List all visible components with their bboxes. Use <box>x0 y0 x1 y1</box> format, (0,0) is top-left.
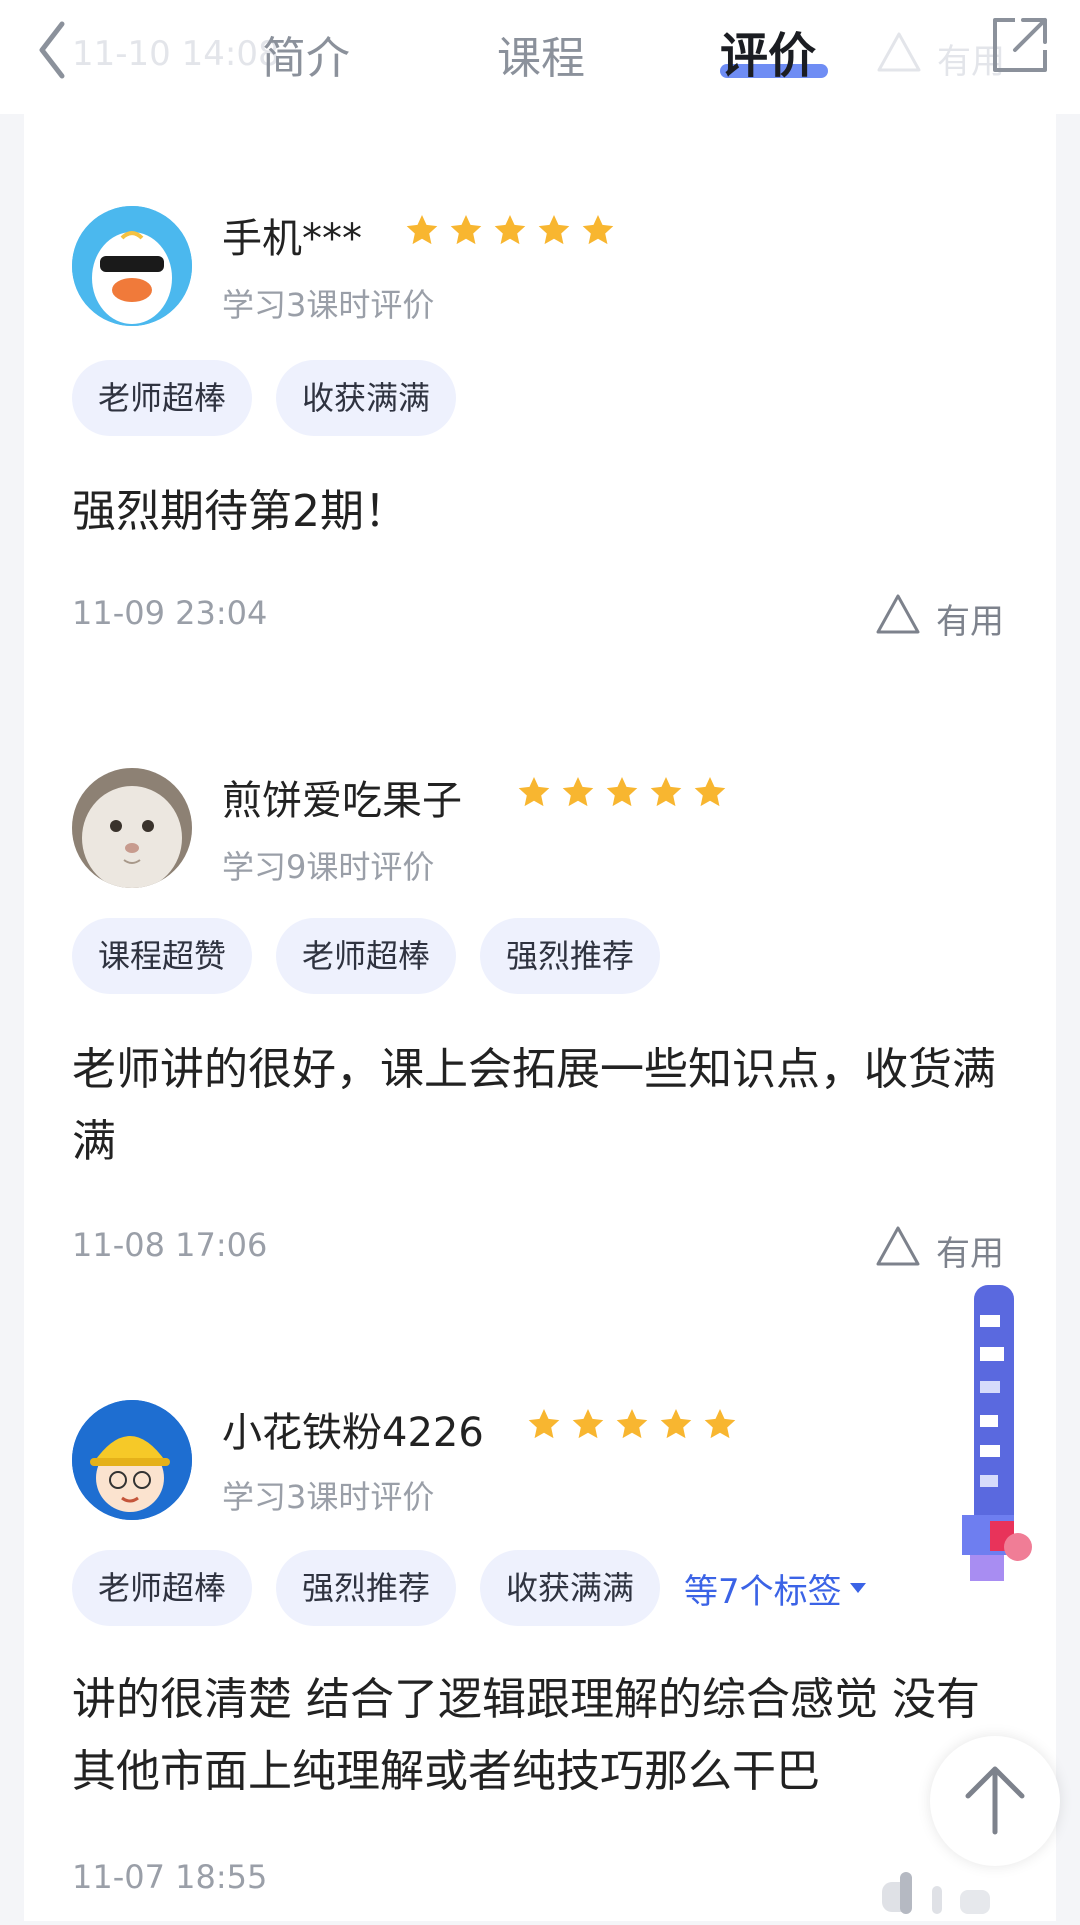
star-rating <box>526 1406 746 1446</box>
floating-widget[interactable] <box>960 1285 1032 1605</box>
share-icon <box>993 18 1047 72</box>
star-icon <box>562 777 594 807</box>
caret-down-icon <box>849 1583 866 1593</box>
bottom-fragment-icon <box>880 1866 1000 1921</box>
star-icon <box>406 215 438 245</box>
tab-reviews[interactable]: 评价 <box>720 16 816 86</box>
review-tag[interactable]: 老师超棒 <box>276 918 457 994</box>
star-icon <box>582 215 614 245</box>
star-icon <box>450 215 482 245</box>
review-tags: 老师超棒 收获满满 <box>72 358 480 438</box>
review-meta: 学习3课时评价 <box>222 1478 435 1516</box>
review-tag[interactable]: 课程超赞 <box>72 918 253 994</box>
review-tag[interactable]: 老师超棒 <box>72 360 253 436</box>
review-username: 小花铁粉4226 <box>222 1410 484 1456</box>
review-meta: 学习9课时评价 <box>222 848 435 886</box>
avatar[interactable] <box>72 206 192 326</box>
bottom-fragment-shape <box>882 1872 990 1914</box>
tab-course[interactable]: 课程 <box>497 22 585 86</box>
star-icon <box>616 1409 648 1439</box>
review-content: 讲的很清楚 结合了逻辑跟理解的综合感觉 没有其他市面上纯理解或者纯技巧那么干巴 <box>72 1674 980 1797</box>
star-icon <box>694 777 726 807</box>
triangle-icon <box>876 1226 920 1266</box>
review-date: 11-08 17:06 <box>72 1226 268 1264</box>
cat-avatar-image <box>72 768 192 888</box>
review-content: 强烈期待第2期！ <box>72 486 408 537</box>
star-icon <box>704 1409 736 1439</box>
chevron-left-icon <box>39 21 65 79</box>
worker-avatar-image <box>72 1400 192 1520</box>
triangle-icon <box>877 32 921 72</box>
useful-label: 有用 <box>936 602 1004 642</box>
review-date: 11-07 18:55 <box>72 1858 268 1896</box>
star-icon <box>572 1409 604 1439</box>
avatar[interactable] <box>72 768 192 888</box>
review-content: 老师讲的很好，课上会拓展一些知识点，收货满满 <box>72 1044 996 1167</box>
review-username: 煎饼爱吃果子 <box>222 778 462 824</box>
reviews-list: 手机*** 学习3课时评价 老师超棒 收获满满 强烈期待第2期！ 11-09 2… <box>24 114 1056 1921</box>
ghost-timestamp: 11-10 14:08 <box>72 34 280 74</box>
star-icon <box>528 1409 560 1439</box>
star-rating <box>404 212 624 252</box>
tab-intro[interactable]: 简介 <box>262 22 350 86</box>
more-tags-label: 等7个标签 <box>684 1571 842 1612</box>
scroll-to-top-button[interactable] <box>930 1736 1060 1866</box>
review-tag[interactable]: 老师超棒 <box>72 1550 253 1626</box>
useful-button[interactable]: 有用 <box>874 592 1034 642</box>
star-icon <box>518 777 550 807</box>
share-button[interactable] <box>985 10 1055 80</box>
review-meta: 学习3课时评价 <box>222 286 435 324</box>
back-button[interactable] <box>30 10 100 90</box>
avatar[interactable] <box>72 1400 192 1520</box>
floating-widget-image <box>962 1285 1032 1581</box>
review-tag[interactable]: 强烈推荐 <box>480 918 661 994</box>
useful-button[interactable]: 有用 <box>874 1224 1034 1274</box>
duck-avatar-image <box>72 206 192 326</box>
review-tag[interactable]: 收获满满 <box>480 1550 661 1626</box>
review-tag[interactable]: 强烈推荐 <box>276 1550 457 1626</box>
review-tags: 课程超赞 老师超棒 强烈推荐 <box>72 916 684 996</box>
star-icon <box>538 215 570 245</box>
star-icon <box>650 777 682 807</box>
useful-label: 有用 <box>936 1234 1004 1274</box>
review-username: 手机*** <box>222 216 362 262</box>
arrow-up-icon <box>965 1766 1025 1835</box>
star-icon <box>660 1409 692 1439</box>
star-icon <box>494 215 526 245</box>
top-nav-bar: 11-10 14:08 有用 简介 课程 评价 <box>0 0 1080 114</box>
review-tags: 老师超棒 强烈推荐 收获满满 等7个标签 <box>72 1548 868 1628</box>
star-rating <box>516 774 736 814</box>
triangle-icon <box>876 594 920 634</box>
star-icon <box>606 777 638 807</box>
review-tag[interactable]: 收获满满 <box>276 360 457 436</box>
more-tags-toggle[interactable]: 等7个标签 <box>684 1564 868 1613</box>
review-date: 11-09 23:04 <box>72 594 268 632</box>
